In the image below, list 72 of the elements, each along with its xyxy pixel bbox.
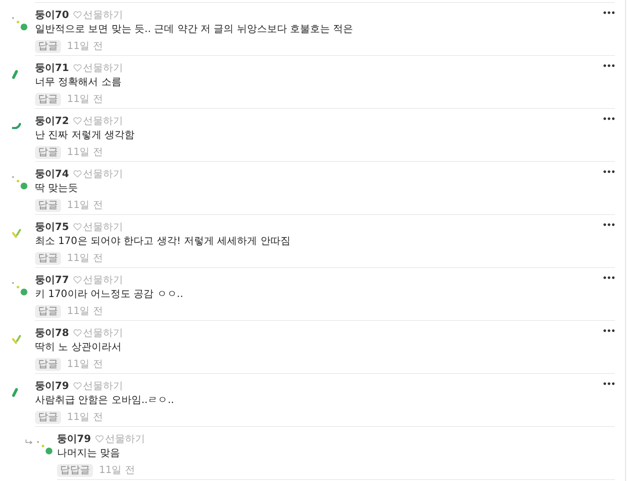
reply-button[interactable]: 답글 xyxy=(35,146,61,158)
author-name: 둥이72 xyxy=(35,115,69,128)
comment-time: 11일 전 xyxy=(67,93,103,106)
comment-text: 딱 맞는듯 xyxy=(35,182,80,196)
more-button[interactable]: ••• xyxy=(602,168,615,178)
comment-text: 일반적으로 보면 맞는 듯.. 근데 약간 저 글의 뉘앙스보다 호불호는 적은 xyxy=(35,23,354,37)
reply-button[interactable]: 답글 xyxy=(35,410,61,424)
gift-link[interactable]: 선물하기 xyxy=(82,114,123,128)
comment-text: 딱히 노 상관이라서 xyxy=(35,341,122,355)
reply-button[interactable]: 답글 xyxy=(35,92,61,106)
avatar-icon xyxy=(12,176,28,190)
more-button[interactable]: ••• xyxy=(602,115,615,125)
gift-link[interactable]: 선물하기 xyxy=(82,273,123,287)
avatar-icon xyxy=(12,70,18,79)
heart-icon[interactable] xyxy=(72,64,82,72)
more-button[interactable]: ••• xyxy=(602,274,615,284)
comment-time: 11일 전 xyxy=(67,252,103,265)
author-name: 둥이70 xyxy=(35,9,69,22)
avatar-icon xyxy=(12,17,28,31)
comment-text: 난 진짜 저렇게 생각함 xyxy=(35,129,136,143)
gift-link[interactable]: 선물하기 xyxy=(82,326,123,340)
comment-time: 11일 전 xyxy=(67,305,103,318)
author-name: 둥이75 xyxy=(35,221,69,234)
avatar-icon xyxy=(12,282,28,296)
avatar-icon xyxy=(12,388,18,397)
author-name: 둥이77 xyxy=(35,274,69,287)
author-name: 둥이71 xyxy=(35,62,69,75)
heart-icon[interactable] xyxy=(72,329,82,337)
comment-text: 너무 정확해서 소름 xyxy=(35,76,122,90)
gift-link[interactable]: 선물하기 xyxy=(104,432,145,446)
reply-button[interactable]: 답글 xyxy=(35,304,61,318)
comment-time: 11일 전 xyxy=(67,146,103,159)
reply-button[interactable]: 답답글 xyxy=(57,464,93,476)
avatar-icon xyxy=(37,441,53,455)
heart-icon[interactable] xyxy=(72,170,82,178)
more-button[interactable]: ••• xyxy=(602,9,615,19)
reply-button[interactable]: 답글 xyxy=(35,358,61,370)
reply-button[interactable]: 답글 xyxy=(35,40,61,52)
avatar-icon xyxy=(12,229,21,238)
comment-time: 11일 전 xyxy=(67,199,103,212)
gift-link[interactable]: 선물하기 xyxy=(82,379,123,393)
author-name: 둥이74 xyxy=(35,168,69,181)
gift-link[interactable]: 선물하기 xyxy=(82,167,123,181)
gift-link[interactable]: 선물하기 xyxy=(82,220,123,234)
heart-icon[interactable] xyxy=(72,117,82,125)
comment-text: 키 170이라 어느정도 공감 ㅇㅇ.. xyxy=(35,288,184,302)
author-name: 둥이79 xyxy=(57,433,91,446)
heart-icon[interactable] xyxy=(72,223,82,231)
avatar-icon xyxy=(12,123,21,129)
gift-link[interactable]: 선물하기 xyxy=(82,61,123,75)
reply-button[interactable]: 답글 xyxy=(35,252,61,264)
avatar-icon xyxy=(12,335,21,344)
more-button[interactable]: ••• xyxy=(602,221,615,231)
comment-time: 11일 전 xyxy=(67,411,103,424)
more-button[interactable]: ••• xyxy=(602,62,615,72)
reply-button[interactable]: 답글 xyxy=(35,198,61,212)
comment-text: 나머지는 맞음 xyxy=(57,447,122,461)
heart-icon[interactable] xyxy=(72,11,82,19)
comment-text: 최소 170은 되어야 한다고 생각! 저렇게 세세하게 안따짐 xyxy=(35,235,292,249)
more-button[interactable]: ••• xyxy=(602,380,615,390)
comment-time: 11일 전 xyxy=(67,358,103,371)
more-button[interactable]: ••• xyxy=(602,327,615,337)
comment-time: 11일 전 xyxy=(99,464,135,477)
author-name: 둥이79 xyxy=(35,380,69,393)
heart-icon[interactable] xyxy=(72,382,82,390)
comment-text: 사람취급 안함은 오바임..ㄹㅇ.. xyxy=(35,394,176,408)
comment-time: 11일 전 xyxy=(67,40,103,53)
author-name: 둥이78 xyxy=(35,327,69,340)
heart-icon[interactable] xyxy=(72,276,82,284)
heart-icon[interactable] xyxy=(94,435,104,443)
gift-link[interactable]: 선물하기 xyxy=(82,8,123,22)
reply-arrow-icon xyxy=(25,439,33,445)
